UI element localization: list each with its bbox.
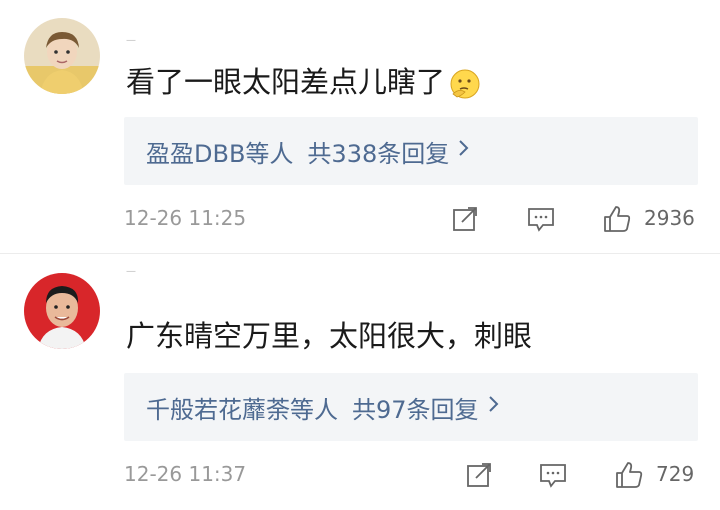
- replies-summary[interactable]: 盈盈DBB等人 共338条回复: [124, 117, 698, 185]
- chevron-right-icon: [487, 394, 501, 420]
- comment-text: 广东晴空万里，太阳很大，刺眼: [126, 319, 533, 353]
- avatar[interactable]: [24, 273, 100, 349]
- like-count: 2936: [644, 206, 695, 230]
- timestamp: 12-26 11:37: [124, 462, 247, 486]
- reply-names[interactable]: 盈盈DBB等人: [146, 134, 293, 169]
- comment-icon[interactable]: [538, 460, 568, 490]
- comment-meta: 12-26 11:25 2936: [124, 198, 700, 238]
- share-icon[interactable]: [450, 204, 480, 234]
- reply-names[interactable]: 千般若花蘼荼等人: [146, 390, 338, 425]
- like-count: 729: [656, 462, 695, 486]
- reply-count[interactable]: 共97条回复: [352, 390, 479, 425]
- share-icon[interactable]: [464, 460, 494, 490]
- chevron-right-icon: [457, 138, 471, 164]
- thumbs-up-icon[interactable]: [602, 204, 632, 234]
- avatar[interactable]: [24, 18, 100, 94]
- comment-icon[interactable]: [526, 204, 556, 234]
- comment-meta: 12-26 11:37 729: [124, 454, 700, 494]
- replies-summary[interactable]: 千般若花蘼荼等人 共97条回复: [124, 373, 698, 441]
- username-faint: —: [126, 38, 136, 44]
- timestamp: 12-26 11:25: [124, 206, 247, 230]
- comment-item: — 广东晴空万里，太阳很大，刺眼 千般若花蘼荼等人 共97条回复 12-26 1…: [0, 253, 720, 510]
- reply-count[interactable]: 共338条回复: [307, 134, 449, 169]
- comment-text: 看了一眼太阳差点儿瞎了: [126, 62, 481, 102]
- username-faint: —: [126, 269, 136, 275]
- comment-item: — 看了一眼太阳差点儿瞎了 盈盈DBB等人 共338条回复 12-26 11:2…: [0, 0, 720, 253]
- thumbs-up-icon[interactable]: [614, 460, 644, 490]
- thinking-face-emoji: [449, 68, 481, 100]
